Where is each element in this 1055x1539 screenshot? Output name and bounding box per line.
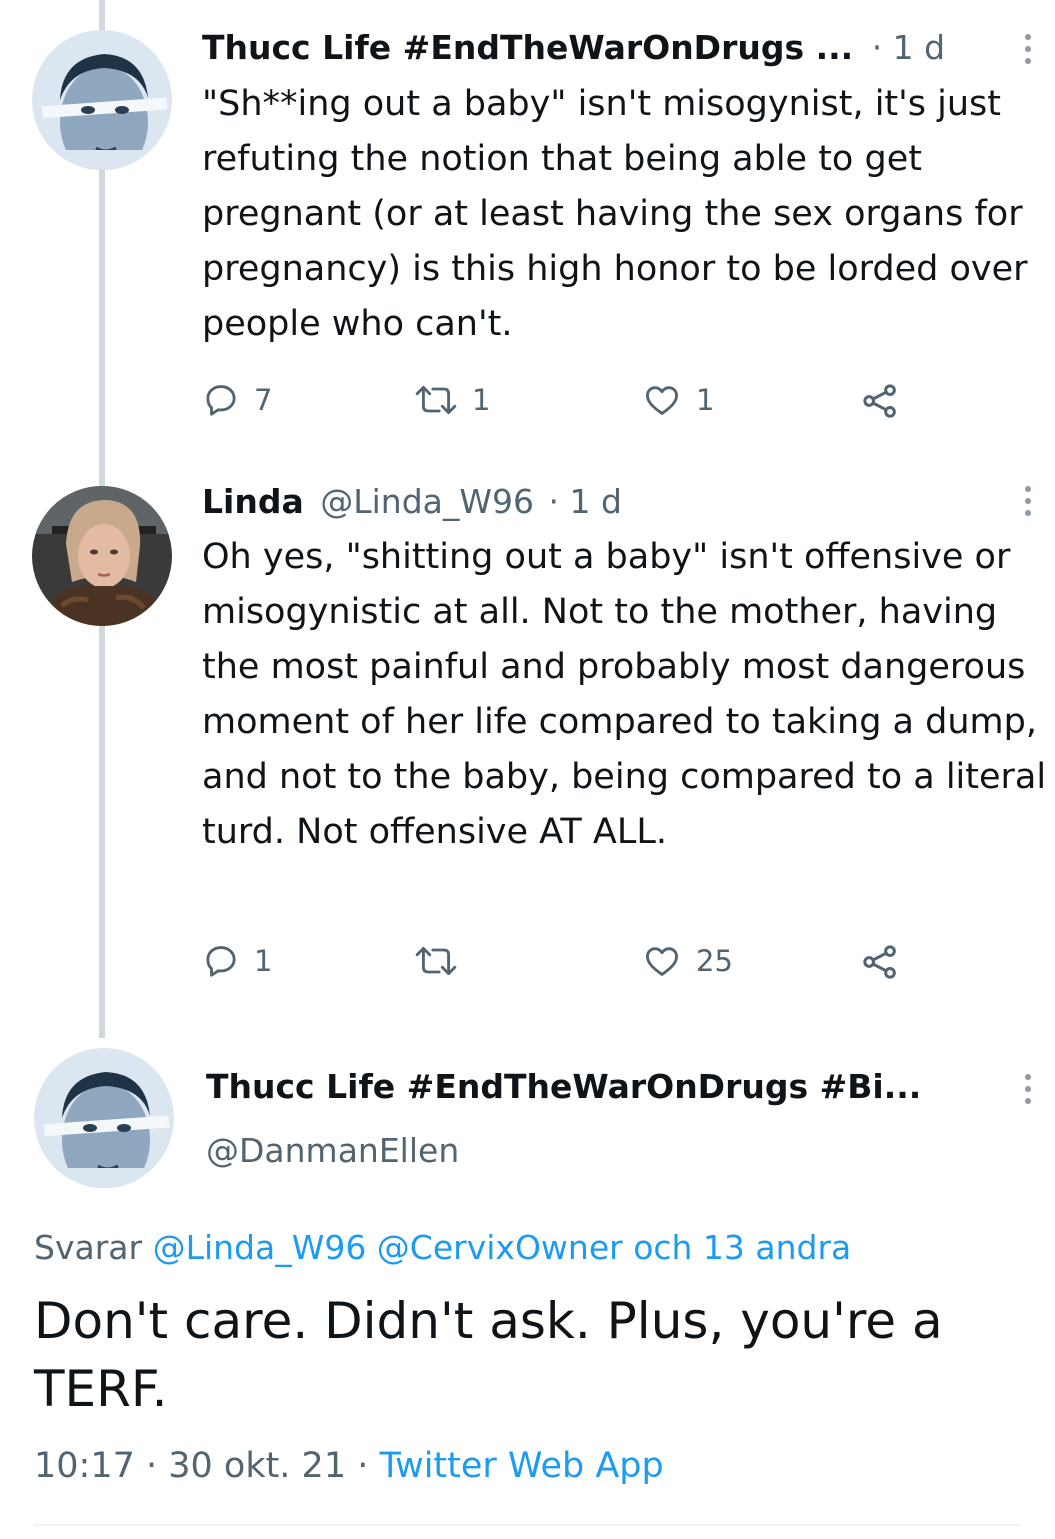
avatar[interactable]	[32, 486, 172, 626]
tweet-actions: 7 1 1	[202, 381, 922, 425]
main-tweet-handle-row: @DanmanEllen	[206, 1131, 459, 1171]
tweet-time[interactable]: · 1 d	[549, 482, 622, 521]
tweet-source-link[interactable]: Twitter Web App	[380, 1446, 664, 1486]
reply-targets-link[interactable]: @Linda_W96 @CervixOwner och 13 andra	[153, 1228, 852, 1267]
author-name[interactable]: Linda	[202, 482, 304, 521]
like-count: 1	[696, 383, 715, 417]
share-button[interactable]	[860, 381, 900, 421]
reply-count: 7	[254, 383, 273, 417]
retweet-icon	[415, 386, 457, 414]
like-button[interactable]: 1	[642, 381, 714, 419]
author-handle[interactable]: @DanmanEllen	[206, 1131, 459, 1170]
more-icon[interactable]	[1023, 1074, 1033, 1104]
share-icon	[863, 384, 896, 418]
reply-button[interactable]: 7	[202, 381, 272, 419]
share-button[interactable]	[860, 942, 900, 982]
tweet-text: Oh yes, "shitting out a baby" isn't offe…	[202, 537, 1047, 852]
tweet-time[interactable]: · 1 d	[872, 28, 945, 67]
reply-count: 1	[254, 944, 273, 978]
like-icon	[646, 947, 678, 976]
author-name[interactable]: Thucc Life #EndTheWarOnDrugs #Bi...	[206, 1067, 921, 1106]
tweet-actions: 1 25	[202, 942, 922, 986]
like-icon	[646, 386, 678, 415]
main-tweet-text: Don't care. Didn't ask. Plus, you're a T…	[34, 1292, 943, 1418]
reply-button[interactable]: 1	[202, 942, 272, 980]
more-icon[interactable]	[1023, 34, 1033, 64]
reply-icon	[206, 385, 236, 416]
tweet-header: Thucc Life #EndTheWarOnDrugs ... · 1 d	[202, 28, 945, 68]
tweet-timestamp[interactable]: 10:17 · 30 okt. 21 ·	[34, 1446, 368, 1486]
avatar[interactable]	[34, 1048, 174, 1188]
tweet-text: "Sh**ing out a baby" isn't misogynist, i…	[202, 84, 1028, 344]
author-name[interactable]: Thucc Life #EndTheWarOnDrugs ...	[202, 28, 853, 67]
retweet-button[interactable]: 1	[414, 381, 490, 419]
reply-prefix: Svarar	[34, 1228, 143, 1267]
reply-icon	[206, 946, 236, 977]
retweet-icon	[415, 947, 457, 975]
reply-context: Svarar @Linda_W96 @CervixOwner och 13 an…	[34, 1227, 851, 1269]
more-icon[interactable]	[1023, 486, 1033, 516]
main-tweet-author: Thucc Life #EndTheWarOnDrugs #Bi...	[206, 1067, 921, 1107]
like-button[interactable]: 25	[642, 942, 733, 980]
like-count: 25	[696, 944, 733, 978]
retweet-count: 1	[472, 383, 491, 417]
divider	[34, 1524, 1021, 1526]
author-handle[interactable]: @Linda_W96	[320, 482, 534, 521]
tweet-metadata: 10:17 · 30 okt. 21 · Twitter Web App	[34, 1444, 664, 1488]
retweet-button[interactable]	[414, 942, 472, 980]
avatar[interactable]	[32, 30, 172, 170]
share-icon	[863, 945, 896, 979]
tweet-header: Linda @Linda_W96 · 1 d	[202, 482, 622, 522]
